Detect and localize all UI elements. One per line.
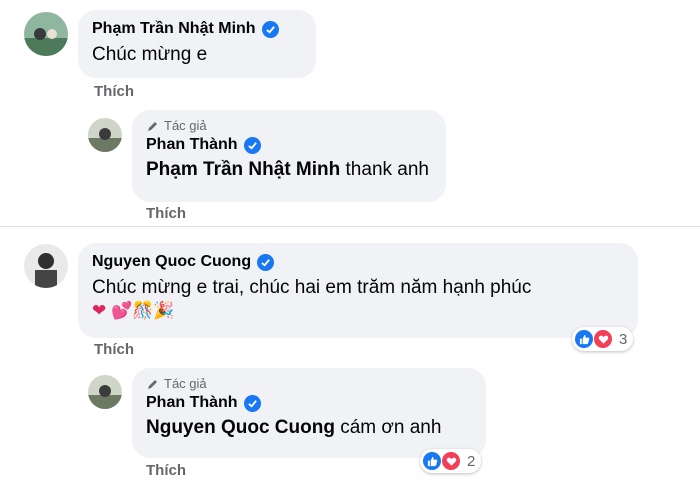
mention-tag[interactable]: Phạm Trần Nhật Minh bbox=[146, 159, 340, 180]
like-button[interactable]: Thích bbox=[94, 341, 134, 358]
verified-icon bbox=[243, 394, 261, 412]
comment-text: Chúc mừng e bbox=[92, 44, 208, 65]
avatar[interactable] bbox=[24, 244, 68, 288]
like-button[interactable]: Thích bbox=[146, 205, 186, 222]
commenter-name[interactable]: Nguyen Quoc Cuong bbox=[92, 253, 251, 271]
reply-text: Phạm Trần Nhật Minh thank anh bbox=[146, 159, 432, 181]
pencil-icon bbox=[148, 379, 157, 389]
like-button[interactable]: Thích bbox=[146, 462, 186, 479]
reaction-summary[interactable]: 2 bbox=[420, 449, 482, 473]
reply-message: cám ơn anh bbox=[340, 417, 442, 438]
verified-icon bbox=[243, 136, 261, 154]
like-button[interactable]: Thích bbox=[94, 83, 134, 100]
verified-icon bbox=[261, 20, 279, 38]
emoji-row: ❤ 💕🎊🎉 bbox=[92, 301, 175, 320]
author-badge-label: Tác giả bbox=[164, 118, 207, 133]
avatar[interactable] bbox=[88, 118, 122, 152]
author-badge: Tác giả bbox=[146, 118, 432, 133]
reaction-summary[interactable]: 3 bbox=[572, 327, 634, 351]
comment-text: Chúc mừng e trai, chúc hai em trăm năm h… bbox=[92, 277, 532, 298]
comment-bubble: Nguyen Quoc Cuong Chúc mừng e trai, chúc… bbox=[78, 243, 638, 338]
avatar[interactable] bbox=[88, 375, 122, 409]
pencil-icon bbox=[148, 121, 157, 131]
avatar[interactable] bbox=[24, 12, 68, 56]
divider bbox=[0, 226, 700, 227]
like-reaction-icon bbox=[423, 452, 441, 470]
author-badge: Tác giả bbox=[146, 376, 472, 391]
comment-bubble: Phạm Trần Nhật Minh Chúc mừng e bbox=[78, 10, 316, 78]
reaction-count: 3 bbox=[619, 330, 628, 348]
commenter-name[interactable]: Phạm Trần Nhật Minh bbox=[92, 20, 256, 38]
reply-text: Nguyen Quoc Cuong cám ơn anh bbox=[146, 417, 472, 439]
reply-bubble: Tác giả Phan Thành Phạm Trần Nhật Minh t… bbox=[132, 110, 446, 202]
author-badge-label: Tác giả bbox=[164, 376, 207, 391]
mention-tag[interactable]: Nguyen Quoc Cuong bbox=[146, 417, 335, 438]
love-reaction-icon bbox=[593, 329, 613, 349]
reply-bubble: Tác giả Phan Thành Nguyen Quoc Cuong cám… bbox=[132, 368, 486, 458]
reply-message: thank anh bbox=[345, 159, 429, 180]
verified-icon bbox=[257, 253, 275, 271]
commenter-name[interactable]: Phan Thành bbox=[146, 394, 238, 412]
reaction-count: 2 bbox=[467, 452, 476, 470]
love-reaction-icon bbox=[441, 451, 461, 471]
commenter-name[interactable]: Phan Thành bbox=[146, 136, 238, 154]
like-reaction-icon bbox=[575, 330, 593, 348]
